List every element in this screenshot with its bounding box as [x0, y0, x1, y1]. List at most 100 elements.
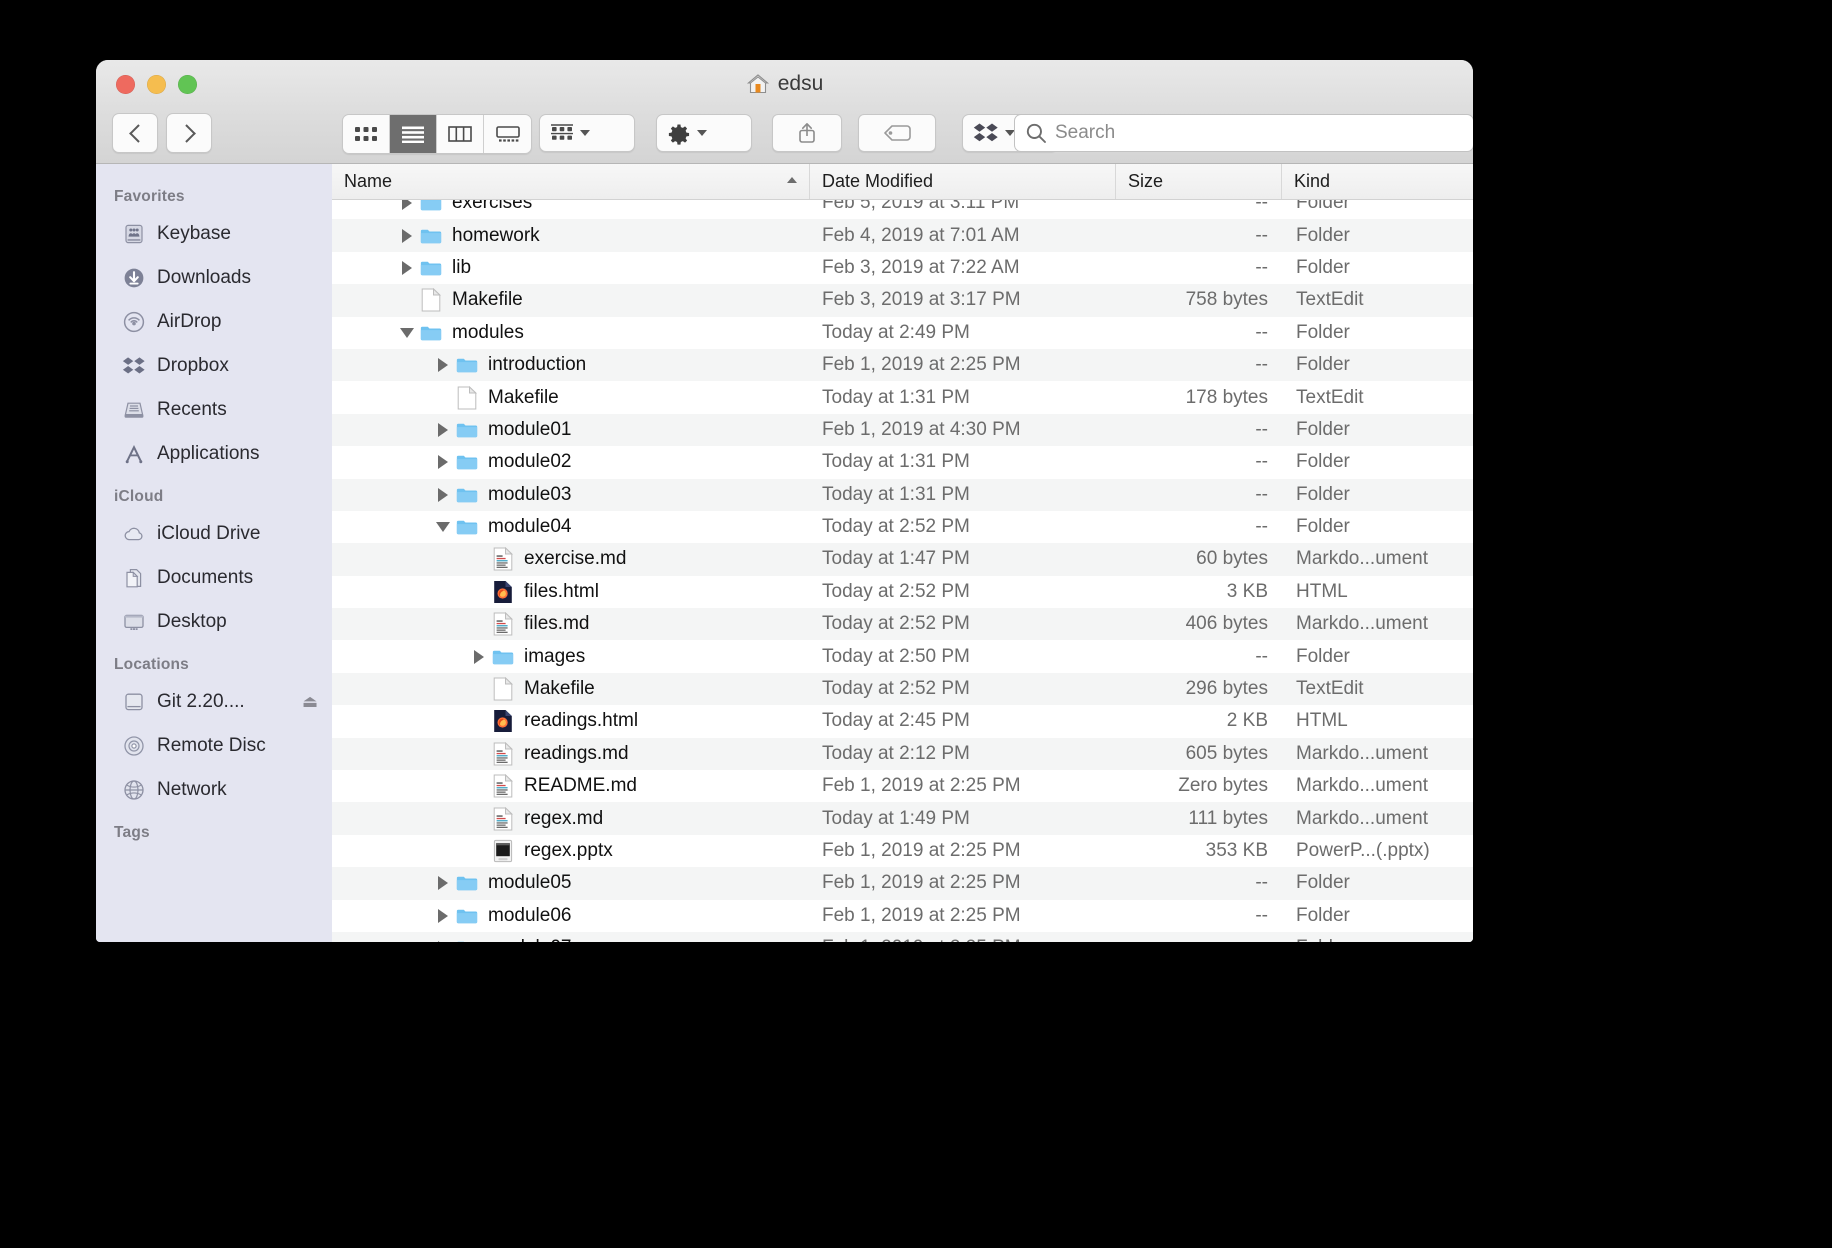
- file-name: lib: [452, 256, 472, 278]
- file-name: Makefile: [488, 386, 559, 408]
- table-row[interactable]: regex.md Today at 1:49 PM 111 bytes Markdo.…: [332, 802, 1473, 835]
- disclosure-triangle[interactable]: [430, 455, 456, 470]
- sidebar-item-downloads[interactable]: Downloads: [96, 256, 332, 300]
- firefox-html-icon: [492, 580, 514, 604]
- sidebar-item-dropbox[interactable]: Dropbox: [96, 344, 332, 388]
- triangle-right-icon: [438, 941, 448, 942]
- search-field[interactable]: Search: [1014, 114, 1473, 152]
- file-size: --: [1255, 224, 1268, 246]
- firefox-html-icon: [492, 709, 514, 733]
- table-row[interactable]: Makefile Feb 3, 2019 at 3:17 PM 758 bytes T…: [332, 284, 1473, 317]
- disclosure-triangle[interactable]: [430, 876, 456, 891]
- back-button[interactable]: [112, 113, 158, 153]
- search-input[interactable]: Search: [1055, 122, 1115, 144]
- file-kind: TextEdit: [1296, 386, 1364, 408]
- sidebar-item-remote-disc[interactable]: Remote Disc: [96, 724, 332, 768]
- sidebar-item-applications[interactable]: Applications: [96, 432, 332, 476]
- file-date-modified: Feb 5, 2019 at 3:11 PM: [822, 200, 1020, 214]
- icon-view-button[interactable]: [343, 115, 390, 153]
- list-icon: [402, 126, 424, 143]
- dropbox-icon: [122, 354, 146, 378]
- table-row[interactable]: modules Today at 2:49 PM -- Folder: [332, 317, 1473, 349]
- disclosure-triangle[interactable]: [394, 260, 420, 275]
- table-row[interactable]: module03 Today at 1:31 PM -- Folder: [332, 478, 1473, 511]
- sidebar-item-keybase[interactable]: Keybase: [96, 212, 332, 256]
- sidebar-item-airdrop[interactable]: AirDrop: [96, 300, 332, 344]
- screen: edsu Search Favorites Keybase Downloads …: [0, 0, 1832, 1248]
- disclosure-triangle[interactable]: [430, 908, 456, 923]
- file-name-cell: module02: [332, 450, 810, 474]
- file-name: homework: [452, 224, 540, 246]
- file-date-modified: Feb 1, 2019 at 2:25 PM: [822, 775, 1021, 797]
- table-row[interactable]: regex.pptx Feb 1, 2019 at 2:25 PM 353 KB Po…: [332, 835, 1473, 867]
- table-row[interactable]: exercises Feb 5, 2019 at 3:11 PM -- Folder: [332, 200, 1473, 219]
- table-row[interactable]: introduction Feb 1, 2019 at 2:25 PM -- Fold…: [332, 348, 1473, 382]
- forward-button[interactable]: [166, 113, 212, 153]
- share-button[interactable]: [772, 114, 842, 152]
- file-name-cell: readings.md: [332, 741, 810, 766]
- sidebar-item-icloud-drive[interactable]: iCloud Drive: [96, 512, 332, 556]
- action-menu-button[interactable]: [656, 114, 752, 152]
- table-row[interactable]: module02 Today at 1:31 PM -- Folder: [332, 446, 1473, 478]
- column-header-size[interactable]: Size: [1116, 164, 1282, 199]
- file-name: files.html: [524, 580, 599, 602]
- file-name-cell: images: [332, 645, 810, 669]
- disclosure-triangle[interactable]: [466, 649, 492, 664]
- table-row[interactable]: module07 Feb 1, 2019 at 2:25 PM--Folder: [332, 931, 1473, 942]
- file-kind: Markdo...ument: [1296, 775, 1428, 797]
- triangle-right-icon: [438, 455, 448, 470]
- table-row[interactable]: readings.html Today at 2:45 PM 2 KB HTML: [332, 705, 1473, 737]
- table-row[interactable]: module04 Today at 2:52 PM -- Folder: [332, 511, 1473, 543]
- search-icon: [1026, 123, 1046, 143]
- disclosure-triangle[interactable]: [430, 358, 456, 373]
- file-size: --: [1116, 937, 1282, 942]
- list-view-button[interactable]: [390, 115, 437, 153]
- disclosure-triangle[interactable]: [430, 487, 456, 502]
- table-row[interactable]: module01 Feb 1, 2019 at 4:30 PM -- Folder: [332, 413, 1473, 447]
- column-header-kind[interactable]: Kind: [1282, 164, 1473, 199]
- file-name-cell: module01: [332, 418, 810, 442]
- sidebar-item-documents[interactable]: Documents: [96, 556, 332, 600]
- gear-icon: [668, 124, 690, 145]
- sidebar-item-recents[interactable]: Recents: [96, 388, 332, 432]
- table-row[interactable]: module06 Feb 1, 2019 at 2:25 PM -- Folder: [332, 900, 1473, 932]
- sidebar-item-desktop[interactable]: Desktop: [96, 600, 332, 644]
- file-name-cell: files.md: [332, 612, 810, 636]
- sidebar-item-git-2-20[interactable]: Git 2.20.... ⏏: [96, 680, 332, 724]
- table-row[interactable]: images Today at 2:50 PM -- Folder: [332, 640, 1473, 672]
- column-header-name[interactable]: Name: [332, 164, 810, 199]
- table-row[interactable]: module05 Feb 1, 2019 at 2:25 PM -- Folder: [332, 867, 1473, 900]
- file-date-modified: Feb 4, 2019 at 7:01 AM: [822, 224, 1020, 246]
- file-kind: Folder: [1296, 904, 1350, 926]
- table-row[interactable]: homework Feb 4, 2019 at 7:01 AM -- Folder: [332, 219, 1473, 252]
- column-header-date[interactable]: Date Modified: [810, 164, 1116, 199]
- gallery-view-button[interactable]: [484, 115, 531, 153]
- group-by-button[interactable]: [539, 114, 635, 152]
- table-row[interactable]: readings.md Today at 2:12 PM 605 bytes Mark…: [332, 737, 1473, 771]
- folder-icon: [456, 904, 478, 928]
- column-view-button[interactable]: [437, 115, 484, 153]
- disclosure-triangle[interactable]: [394, 327, 420, 338]
- folder-icon: [456, 353, 478, 377]
- folder-icon: [420, 224, 442, 248]
- table-row[interactable]: Makefile Today at 2:52 PM 296 bytes TextEdi…: [332, 672, 1473, 706]
- disclosure-triangle[interactable]: [430, 941, 456, 942]
- table-row[interactable]: files.md Today at 2:52 PM 406 bytes Markdo.…: [332, 608, 1473, 641]
- disclosure-triangle[interactable]: [430, 522, 456, 533]
- sidebar-item-label: Documents: [157, 567, 254, 588]
- table-row[interactable]: Makefile Today at 1:31 PM 178 bytes TextEdi…: [332, 381, 1473, 413]
- disclosure-triangle[interactable]: [430, 422, 456, 437]
- folder-icon: [456, 450, 478, 474]
- file-name-cell: exercise.md: [332, 547, 810, 571]
- disclosure-triangle[interactable]: [394, 200, 420, 211]
- disclosure-triangle[interactable]: [394, 228, 420, 243]
- eject-icon[interactable]: ⏏: [302, 692, 318, 712]
- table-row[interactable]: exercise.md Today at 1:47 PM 60 bytes Markd…: [332, 543, 1473, 576]
- table-row[interactable]: README.md Feb 1, 2019 at 2:25 PM Zero byte…: [332, 770, 1473, 802]
- tag-button[interactable]: [858, 114, 936, 152]
- sidebar-item-network[interactable]: Network: [96, 768, 332, 812]
- table-row[interactable]: lib Feb 3, 2019 at 7:22 AM -- Folder: [332, 252, 1473, 284]
- file-size: --: [1255, 418, 1268, 440]
- table-row[interactable]: files.html Today at 2:52 PM 3 KB HTML: [332, 576, 1473, 608]
- file-date-modified: Today at 1:31 PM: [822, 386, 970, 408]
